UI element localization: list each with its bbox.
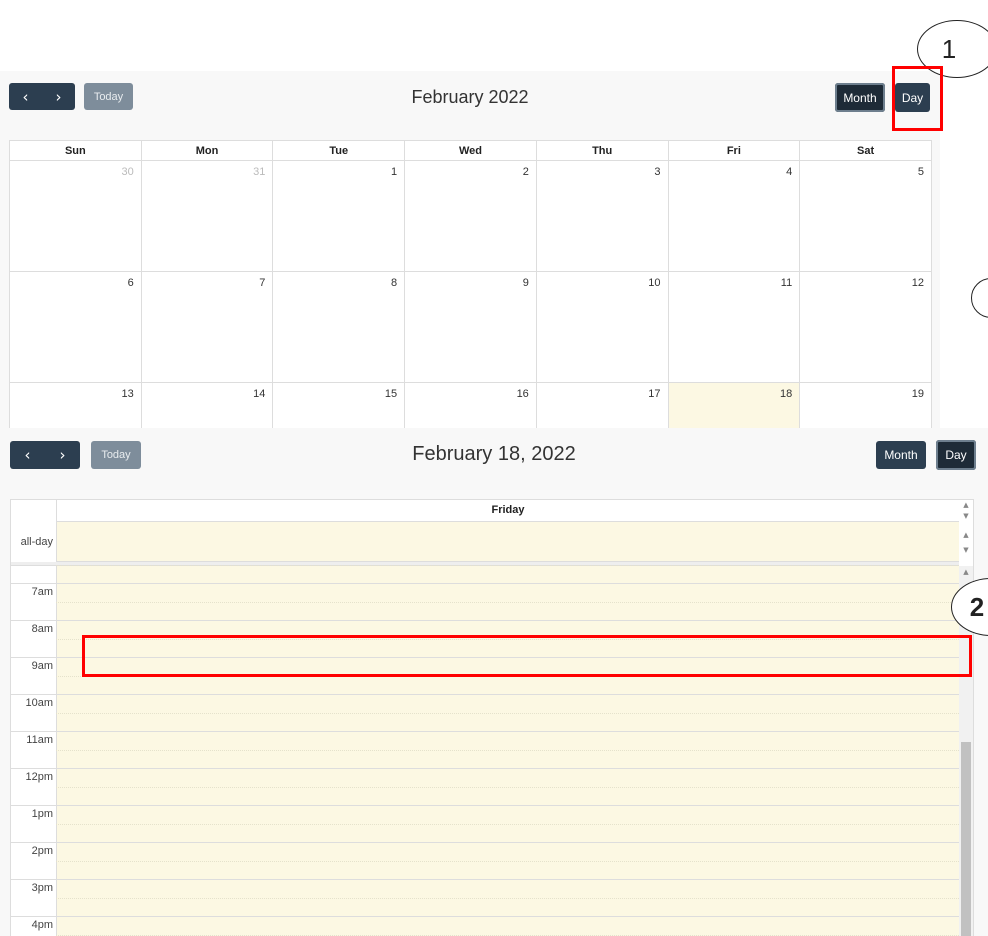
week-row: 30 31 1 2 3 4 5 — [9, 160, 932, 272]
half-hour-line — [56, 786, 959, 788]
time-label: 10am — [25, 697, 53, 709]
day-cell[interactable]: 8 — [272, 271, 406, 383]
month-view-button[interactable]: Month — [876, 441, 926, 469]
time-label: 11am — [26, 734, 53, 746]
day-cell[interactable]: 10 — [535, 271, 669, 383]
weekday-header: Sat — [799, 140, 932, 161]
header-scroll-arrows-icon: ▲ ▼ — [963, 501, 969, 520]
day-cell[interactable]: 16 — [404, 382, 537, 428]
half-hour-line — [56, 934, 959, 936]
day-cell[interactable]: 9 — [404, 271, 537, 383]
today-day-cell[interactable]: 18 — [667, 382, 801, 428]
day-cell[interactable]: 1 — [272, 160, 406, 272]
hour-line — [11, 805, 959, 806]
day-view-button[interactable]: Day — [936, 440, 976, 470]
time-label: 4pm — [31, 919, 53, 931]
day-time-grid: Friday all-day ▲ ▼ ▲ ▼ 7am 8am 9am 10am 11am 12… — [10, 499, 974, 936]
hour-line — [11, 731, 959, 732]
day-slot-background — [56, 566, 959, 936]
day-cell[interactable]: 14 — [140, 382, 274, 428]
day-cell[interactable]: 7 — [140, 271, 274, 383]
month-view-panel: ‹ › Today February 2022 Month Day Sun Mon… — [0, 71, 940, 428]
day-cell[interactable]: 4 — [667, 160, 801, 272]
time-label: 3pm — [31, 882, 53, 894]
time-label: 8am — [31, 623, 53, 635]
allday-label: all-day — [20, 536, 53, 548]
partial-callout-circle — [971, 278, 988, 318]
half-hour-line — [56, 712, 959, 714]
day-cell[interactable]: 13 — [9, 382, 142, 428]
day-cell[interactable]: 12 — [799, 271, 932, 383]
day-cell[interactable]: 2 — [404, 160, 537, 272]
half-hour-line — [56, 601, 959, 603]
day-cell[interactable]: 15 — [272, 382, 406, 428]
day-cell[interactable]: 6 — [9, 271, 142, 383]
time-label: 12pm — [25, 771, 53, 783]
scrollbar-thumb[interactable] — [961, 742, 971, 936]
day-button-highlight — [892, 66, 943, 131]
weekday-header-row: Sun Mon Tue Wed Thu Fri Sat — [9, 140, 932, 161]
day-view-panel: ‹ › Today February 18, 2022 Month Day Fri… — [0, 428, 988, 936]
half-hour-line — [56, 860, 959, 862]
day-column-header: Friday — [56, 500, 959, 522]
weekday-header: Thu — [535, 140, 669, 161]
half-hour-line — [56, 897, 959, 899]
allday-scroll-arrows-icon: ▲ ▼ — [963, 531, 969, 554]
weekday-header: Wed — [404, 140, 537, 161]
half-hour-line — [56, 823, 959, 825]
weekday-header: Mon — [140, 140, 274, 161]
day-cell[interactable]: 30 — [9, 160, 142, 272]
week-row: 6 7 8 9 10 11 12 — [9, 271, 932, 383]
hour-line — [11, 916, 959, 917]
hour-line — [11, 842, 959, 843]
day-cell[interactable]: 19 — [799, 382, 932, 428]
weekday-header: Sun — [9, 140, 142, 161]
day-view-title: February 18, 2022 — [412, 443, 576, 465]
weekday-header: Tue — [272, 140, 406, 161]
hour-line — [11, 620, 959, 621]
week-row: 13 14 15 16 17 18 19 — [9, 382, 932, 428]
hour-line — [11, 694, 959, 695]
step-2-number: 2 — [969, 591, 985, 622]
day-cell[interactable]: 31 — [140, 160, 274, 272]
half-hour-line — [56, 749, 959, 751]
month-view-title: February 2022 — [411, 87, 529, 107]
month-calendar-grid: Sun Mon Tue Wed Thu Fri Sat 30 31 1 2 3 … — [9, 140, 932, 428]
time-slots[interactable]: 7am 8am 9am 10am 11am 12pm 1pm 2pm 3pm 4pm — [11, 564, 959, 936]
day-cell[interactable]: 3 — [535, 160, 669, 272]
time-label: 9am — [31, 660, 53, 672]
time-label: 2pm — [31, 845, 53, 857]
hour-line — [11, 583, 959, 584]
weekday-header: Fri — [667, 140, 801, 161]
step-1-number: 1 — [941, 33, 957, 64]
hour-line — [11, 879, 959, 880]
time-slot-highlight — [82, 635, 972, 677]
scroll-up-icon[interactable]: ▲ — [959, 566, 973, 578]
half-hour-line — [56, 564, 959, 566]
hour-line — [11, 768, 959, 769]
day-cell[interactable]: 17 — [535, 382, 669, 428]
time-label: 7am — [31, 586, 53, 598]
allday-slot[interactable] — [56, 522, 959, 562]
time-label: 1pm — [31, 808, 53, 820]
day-cell[interactable]: 11 — [667, 271, 801, 383]
day-cell[interactable]: 5 — [799, 160, 932, 272]
month-view-button[interactable]: Month — [835, 83, 885, 112]
